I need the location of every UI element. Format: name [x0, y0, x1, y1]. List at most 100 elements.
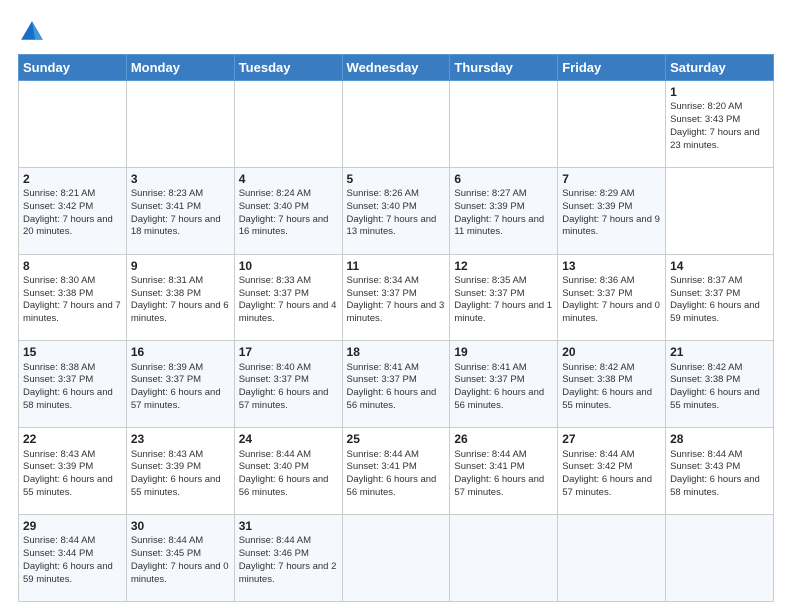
- calendar-col-header: Sunday: [19, 55, 127, 81]
- calendar-cell: 29Sunrise: 8:44 AMSunset: 3:44 PMDayligh…: [19, 515, 127, 602]
- day-number: 7: [562, 171, 661, 187]
- sunrise-text: Sunrise: 8:43 AM: [131, 449, 203, 460]
- daylight-text: Daylight: 7 hours and 9 minutes.: [562, 214, 660, 238]
- sunrise-text: Sunrise: 8:44 AM: [239, 449, 311, 460]
- day-number: 20: [562, 344, 661, 360]
- sunset-text: Sunset: 3:37 PM: [454, 288, 524, 299]
- calendar-cell: 5Sunrise: 8:26 AMSunset: 3:40 PMDaylight…: [342, 167, 450, 254]
- sunrise-text: Sunrise: 8:42 AM: [562, 362, 634, 373]
- calendar-cell: 7Sunrise: 8:29 AMSunset: 3:39 PMDaylight…: [558, 167, 666, 254]
- calendar-cell: [450, 515, 558, 602]
- calendar-col-header: Tuesday: [234, 55, 342, 81]
- sunset-text: Sunset: 3:37 PM: [562, 288, 632, 299]
- day-number: 27: [562, 431, 661, 447]
- day-number: 30: [131, 518, 230, 534]
- daylight-text: Daylight: 6 hours and 57 minutes.: [131, 387, 221, 411]
- sunrise-text: Sunrise: 8:44 AM: [347, 449, 419, 460]
- sunset-text: Sunset: 3:37 PM: [239, 288, 309, 299]
- sunset-text: Sunset: 3:40 PM: [347, 201, 417, 212]
- sunset-text: Sunset: 3:42 PM: [562, 461, 632, 472]
- day-number: 14: [670, 258, 769, 274]
- sunrise-text: Sunrise: 8:26 AM: [347, 188, 419, 199]
- sunrise-text: Sunrise: 8:29 AM: [562, 188, 634, 199]
- day-number: 29: [23, 518, 122, 534]
- calendar-week-row: 15Sunrise: 8:38 AMSunset: 3:37 PMDayligh…: [19, 341, 774, 428]
- calendar-col-header: Thursday: [450, 55, 558, 81]
- calendar-cell: 20Sunrise: 8:42 AMSunset: 3:38 PMDayligh…: [558, 341, 666, 428]
- sunset-text: Sunset: 3:41 PM: [454, 461, 524, 472]
- calendar-cell: 21Sunrise: 8:42 AMSunset: 3:38 PMDayligh…: [666, 341, 774, 428]
- daylight-text: Daylight: 7 hours and 3 minutes.: [347, 300, 445, 324]
- day-number: 9: [131, 258, 230, 274]
- daylight-text: Daylight: 7 hours and 11 minutes.: [454, 214, 544, 238]
- daylight-text: Daylight: 7 hours and 23 minutes.: [670, 127, 760, 151]
- day-number: 12: [454, 258, 553, 274]
- logo-icon: [18, 18, 46, 46]
- calendar-cell: 2Sunrise: 8:21 AMSunset: 3:42 PMDaylight…: [19, 167, 127, 254]
- day-number: 8: [23, 258, 122, 274]
- calendar-cell: 30Sunrise: 8:44 AM Sunset: 3:45 PM Dayligh…: [126, 515, 234, 602]
- calendar-cell: [450, 81, 558, 168]
- day-number: 4: [239, 171, 338, 187]
- daylight-text: Daylight: 7 hours and 0 minutes.: [562, 300, 660, 324]
- calendar-cell: 22Sunrise: 8:43 AMSunset: 3:39 PMDayligh…: [19, 428, 127, 515]
- daylight-text: Daylight: 6 hours and 56 minutes.: [239, 474, 329, 498]
- sunset-text: Sunset: 3:39 PM: [131, 461, 201, 472]
- day-number: 22: [23, 431, 122, 447]
- day-number: 3: [131, 171, 230, 187]
- daylight-text: Daylight: 6 hours and 57 minutes.: [239, 387, 329, 411]
- calendar-cell: 13Sunrise: 8:36 AMSunset: 3:37 PMDayligh…: [558, 254, 666, 341]
- sunrise-text: Sunrise: 8:37 AM: [670, 275, 742, 286]
- day-number: 28: [670, 431, 769, 447]
- calendar-cell: 1Sunrise: 8:20 AMSunset: 3:43 PMDaylight…: [666, 81, 774, 168]
- calendar-cell: [342, 515, 450, 602]
- calendar-cell: [666, 515, 774, 602]
- sunrise-text: Sunrise: 8:27 AM: [454, 188, 526, 199]
- sunset-text: Sunset: 3:46 PM: [239, 548, 309, 559]
- calendar-cell: 24 Sunrise: 8:44 AMSunset: 3:40 PM Dayligh…: [234, 428, 342, 515]
- day-number: 31: [239, 518, 338, 534]
- day-number: 24: [239, 431, 338, 447]
- sunrise-text: Sunrise: 8:43 AM: [23, 449, 95, 460]
- sunrise-text: Sunrise: 8:30 AM: [23, 275, 95, 286]
- sunrise-text: Sunrise: 8:44 AM: [454, 449, 526, 460]
- calendar-cell: 23Sunrise: 8:43 AMSunset: 3:39 PMDayligh…: [126, 428, 234, 515]
- calendar-cell: [342, 81, 450, 168]
- daylight-text: Daylight: 6 hours and 57 minutes.: [562, 474, 652, 498]
- daylight-text: Daylight: 6 hours and 55 minutes.: [562, 387, 652, 411]
- calendar-cell: 4Sunrise: 8:24 AMSunset: 3:40 PMDaylight…: [234, 167, 342, 254]
- calendar-cell: 9Sunrise: 8:31 AMSunset: 3:38 PMDaylight…: [126, 254, 234, 341]
- sunrise-text: Sunrise: 8:41 AM: [454, 362, 526, 373]
- calendar-cell: 18Sunrise: 8:41 AMSunset: 3:37 PMDayligh…: [342, 341, 450, 428]
- sunset-text: Sunset: 3:39 PM: [454, 201, 524, 212]
- calendar-col-header: Monday: [126, 55, 234, 81]
- calendar-cell: 8Sunrise: 8:30 AMSunset: 3:38 PMDaylight…: [19, 254, 127, 341]
- calendar-week-row: 1Sunrise: 8:20 AMSunset: 3:43 PMDaylight…: [19, 81, 774, 168]
- sunset-text: Sunset: 3:43 PM: [670, 114, 740, 125]
- daylight-text: Daylight: 7 hours and 0 minutes.: [131, 561, 229, 585]
- sunset-text: Sunset: 3:38 PM: [131, 288, 201, 299]
- page: SundayMondayTuesdayWednesdayThursdayFrid…: [0, 0, 792, 612]
- sunset-text: Sunset: 3:37 PM: [670, 288, 740, 299]
- calendar-cell: 16Sunrise: 8:39 AMSunset: 3:37 PMDayligh…: [126, 341, 234, 428]
- sunrise-text: Sunrise: 8:33 AM: [239, 275, 311, 286]
- sunrise-text: Sunrise: 8:20 AM: [670, 101, 742, 112]
- sunset-text: Sunset: 3:42 PM: [23, 201, 93, 212]
- sunset-text: Sunset: 3:37 PM: [347, 288, 417, 299]
- calendar-table: SundayMondayTuesdayWednesdayThursdayFrid…: [18, 54, 774, 602]
- day-number: 6: [454, 171, 553, 187]
- day-number: 17: [239, 344, 338, 360]
- daylight-text: Daylight: 6 hours and 55 minutes.: [23, 474, 113, 498]
- daylight-text: Daylight: 7 hours and 18 minutes.: [131, 214, 221, 238]
- sunset-text: Sunset: 3:40 PM: [239, 461, 309, 472]
- sunset-text: Sunset: 3:45 PM: [131, 548, 201, 559]
- sunrise-text: Sunrise: 8:31 AM: [131, 275, 203, 286]
- sunrise-text: Sunrise: 8:35 AM: [454, 275, 526, 286]
- sunrise-text: Sunrise: 8:44 AM: [131, 535, 203, 546]
- calendar-cell: 17Sunrise: 8:40 AMSunset: 3:37 PMDayligh…: [234, 341, 342, 428]
- day-number: 21: [670, 344, 769, 360]
- calendar-col-header: Saturday: [666, 55, 774, 81]
- calendar-cell: 3Sunrise: 8:23 AMSunset: 3:41 PMDaylight…: [126, 167, 234, 254]
- daylight-text: Daylight: 7 hours and 2 minutes.: [239, 561, 337, 585]
- day-number: 5: [347, 171, 446, 187]
